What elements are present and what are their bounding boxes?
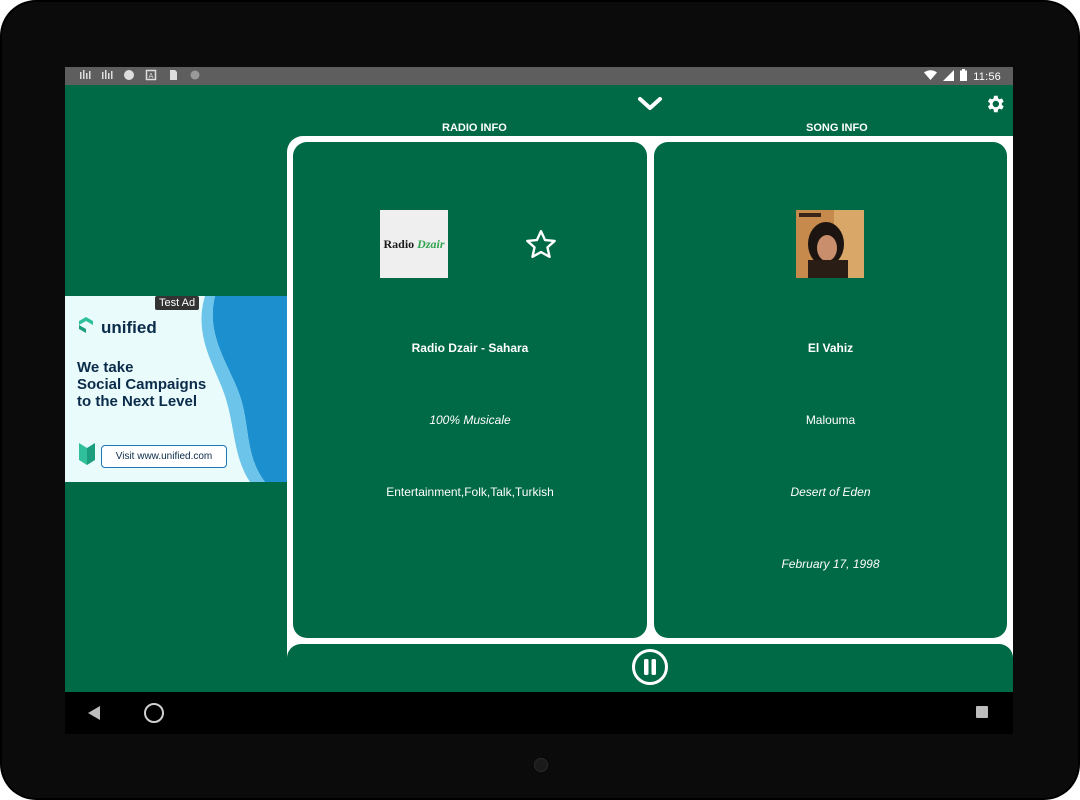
status-bar: A 11:56 (65, 67, 1013, 85)
ad-banner[interactable]: Test Ad unified We take Social Campaigns… (65, 296, 287, 482)
front-camera (534, 758, 548, 772)
ad-brand: unified (77, 316, 157, 339)
song-artist: Malouma (805, 413, 856, 427)
ad-headline: We take Social Campaigns to the Next Lev… (77, 359, 207, 410)
ad-brand-name: unified (101, 317, 157, 337)
radio-info-heading: RADIO INFO (442, 122, 507, 134)
system-nav-bar (65, 692, 1013, 734)
system-status: 11:56 (924, 69, 1001, 84)
ad-cta-button[interactable]: Visit www.unified.com (101, 445, 227, 468)
radio-genres: Entertainment,Folk,Talk,Turkish (386, 485, 554, 499)
radio-tagline: 100% Musicale (429, 413, 511, 427)
album-cover-art (796, 210, 864, 278)
player-control-bar (287, 644, 1013, 692)
cell-signal-icon (943, 69, 955, 84)
signal-notification-icon (101, 69, 113, 81)
clock: 11:56 (973, 70, 1001, 83)
back-icon[interactable] (87, 705, 101, 726)
song-info-heading: SONG INFO (806, 122, 868, 134)
unified-mark-icon (77, 439, 101, 474)
sd-card-icon (167, 69, 179, 81)
android-notification-icon (123, 69, 135, 81)
song-title: El Vahiz (807, 341, 854, 355)
radio-logo: Radio Dzair (380, 210, 448, 278)
dot-notification-icon (189, 69, 201, 81)
radio-logo-text: Radio Dzair (383, 236, 445, 251)
radio-info-card (293, 142, 647, 638)
wifi-icon (924, 69, 938, 84)
song-album: Desert of Eden (790, 485, 871, 499)
favorite-star-icon[interactable] (523, 227, 559, 263)
recents-icon[interactable] (976, 706, 988, 718)
signal-notification-icon (79, 69, 91, 81)
collapse-chevron-down-icon[interactable] (636, 94, 664, 114)
radio-name: Radio Dzair - Sahara (411, 341, 529, 355)
song-release-date: February 17, 1998 (781, 557, 880, 571)
notification-icons: A (79, 69, 201, 81)
settings-gear-icon[interactable] (984, 93, 1006, 115)
battery-icon (960, 69, 968, 84)
unified-logo-icon (77, 316, 95, 339)
app-screen: A 11:56 RADIO INFO SONG INFO Radio Dzair… (65, 67, 1013, 692)
svg-text:A: A (149, 73, 154, 80)
home-icon[interactable] (144, 703, 164, 723)
app-notification-icon: A (145, 69, 157, 81)
pause-icon[interactable] (632, 649, 668, 685)
test-ad-badge: Test Ad (155, 296, 200, 310)
